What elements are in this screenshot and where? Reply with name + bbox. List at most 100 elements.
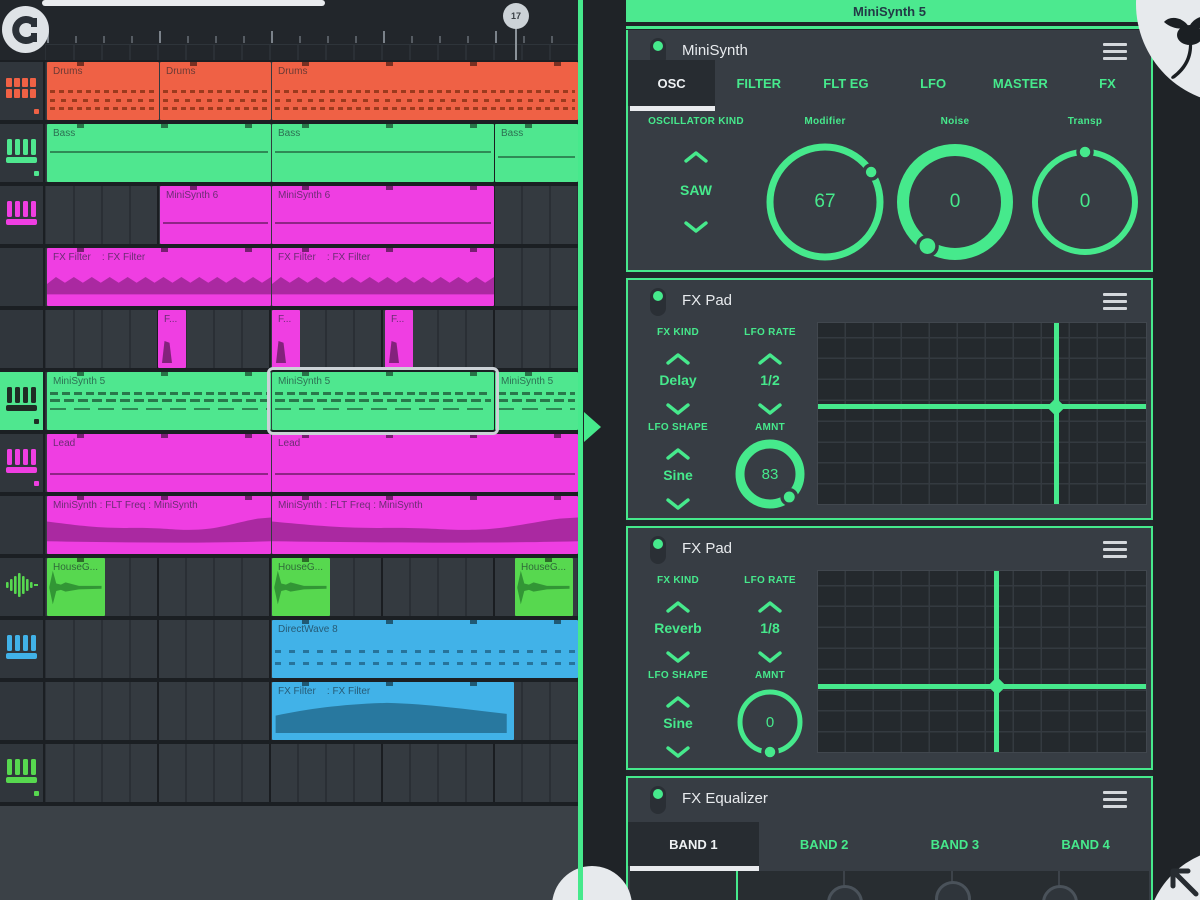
track-header-drums[interactable] [0, 62, 43, 120]
clip-minisynth-5[interactable]: MiniSynth 5 [495, 372, 578, 430]
chevron-down-icon[interactable] [683, 216, 709, 234]
track-lane-7[interactable]: LeadLead [45, 434, 578, 492]
back-to-playlist-button[interactable] [1146, 848, 1200, 900]
track-lane-12[interactable] [45, 744, 578, 802]
track-lane-1[interactable]: DrumsDrumsDrums [45, 62, 578, 120]
transp-knob[interactable]: 0 [1021, 138, 1149, 266]
power-led[interactable] [650, 786, 666, 814]
chevron-down-icon[interactable] [757, 398, 783, 416]
channel-title-bar[interactable]: MiniSynth 5 [626, 0, 1153, 22]
xy-pad[interactable] [817, 570, 1147, 753]
track-lane-4[interactable]: FX Filter : FX Filter FX Filter : FX Fil… [45, 248, 578, 306]
xy-pad-handle[interactable] [988, 677, 1006, 695]
track-header-houseg[interactable] [0, 558, 43, 616]
clip-fx-filter-fx-filter[interactable]: FX Filter : FX Filter [272, 248, 494, 306]
chevron-down-icon[interactable] [665, 646, 691, 664]
clip-minisynth-flt-freq-minisynth[interactable]: MiniSynth : FLT Freq : MiniSynth [47, 496, 271, 554]
clip-bass[interactable]: Bass [495, 124, 578, 182]
chevron-up-icon[interactable] [665, 447, 691, 465]
lfo-rate-value[interactable]: 1/8 [760, 620, 779, 636]
chevron-up-icon[interactable] [757, 352, 783, 370]
fx-kind-value[interactable]: Delay [659, 372, 696, 388]
lfo-shape-value[interactable]: Sine [663, 715, 693, 731]
oscillator-kind-value[interactable]: SAW [680, 182, 712, 198]
panel-expand-arrow[interactable] [584, 412, 601, 442]
amnt-knob[interactable]: 83 [726, 430, 814, 518]
chevron-up-icon[interactable] [665, 695, 691, 713]
xy-pad[interactable] [817, 322, 1147, 505]
tab-band-3[interactable]: BAND 3 [890, 822, 1021, 866]
track-header-lead[interactable] [0, 434, 43, 492]
menu-icon[interactable] [1103, 293, 1127, 311]
track-mute-dot[interactable] [34, 481, 39, 486]
track-mute-dot[interactable] [34, 419, 39, 424]
track-lane-9[interactable]: HouseG... HouseG... HouseG... [45, 558, 578, 616]
clip-lead[interactable]: Lead [47, 434, 271, 492]
horizontal-scrollbar[interactable] [42, 0, 325, 6]
tab-filter[interactable]: FILTER [715, 60, 802, 106]
eq-mini-knob[interactable] [1042, 885, 1078, 900]
power-led[interactable] [650, 536, 666, 564]
chevron-up-icon[interactable] [757, 600, 783, 618]
clip-minisynth-6[interactable]: MiniSynth 6 [272, 186, 494, 244]
clip-bass[interactable]: Bass [47, 124, 271, 182]
clip-fx-filter-fx-filter[interactable]: FX Filter : FX Filter [272, 682, 514, 740]
track-mute-dot[interactable] [34, 791, 39, 796]
track-lane-3[interactable]: MiniSynth 6MiniSynth 6 [45, 186, 578, 244]
track-mute-dot[interactable] [34, 109, 39, 114]
clip-f-[interactable]: F... [385, 310, 413, 368]
clip-minisynth-5[interactable]: MiniSynth 5 [272, 372, 494, 430]
clip-f-[interactable]: F... [272, 310, 300, 368]
tab-band-4[interactable]: BAND 4 [1020, 822, 1151, 866]
fx-kind-value[interactable]: Reverb [654, 620, 701, 636]
menu-icon[interactable] [1103, 43, 1127, 61]
lfo-shape-value[interactable]: Sine [663, 467, 693, 483]
clip-fx-filter-fx-filter[interactable]: FX Filter : FX Filter [47, 248, 271, 306]
track-header-f[interactable] [0, 310, 43, 368]
clip-minisynth-6[interactable]: MiniSynth 6 [160, 186, 271, 244]
noise-knob[interactable]: 0 [889, 136, 1021, 268]
clip-houseg-[interactable]: HouseG... [515, 558, 573, 616]
clip-drums[interactable]: Drums [47, 62, 159, 120]
track-header-keys[interactable] [0, 744, 43, 802]
xy-pad-handle[interactable] [1047, 398, 1065, 416]
playhead-handle[interactable]: 17 [503, 3, 529, 29]
chevron-up-icon[interactable] [665, 600, 691, 618]
track-header-minisynth-5[interactable] [0, 372, 43, 430]
track-header-fx-filter-2[interactable] [0, 682, 43, 740]
clip-bass[interactable]: Bass [272, 124, 494, 182]
track-lane-8[interactable]: MiniSynth : FLT Freq : MiniSynth MiniSyn… [45, 496, 578, 554]
track-header-minisynth-flt-freq[interactable] [0, 496, 43, 554]
track-lane-2[interactable]: BassBassBass [45, 124, 578, 182]
menu-icon[interactable] [1103, 541, 1127, 559]
tab-master[interactable]: MASTER [977, 60, 1064, 106]
chevron-down-icon[interactable] [665, 398, 691, 416]
clip-drums[interactable]: Drums [160, 62, 271, 120]
track-header-fx-filter[interactable] [0, 248, 43, 306]
track-mute-dot[interactable] [34, 171, 39, 176]
eq-mini-knob[interactable] [827, 885, 863, 900]
chevron-down-icon[interactable] [665, 493, 691, 511]
chevron-up-icon[interactable] [665, 352, 691, 370]
chevron-down-icon[interactable] [665, 741, 691, 759]
clip-f-[interactable]: F... [158, 310, 186, 368]
clip-lead[interactable]: Lead [272, 434, 578, 492]
clip-drums[interactable]: Drums [272, 62, 578, 120]
chevron-down-icon[interactable] [757, 646, 783, 664]
clip-houseg-[interactable]: HouseG... [272, 558, 330, 616]
tab-lfo[interactable]: LFO [890, 60, 977, 106]
snap-button[interactable] [2, 6, 49, 53]
track-lane-11[interactable]: FX Filter : FX Filter [45, 682, 578, 740]
clip-minisynth-flt-freq-minisynth[interactable]: MiniSynth : FLT Freq : MiniSynth [272, 496, 578, 554]
timeline-ruler[interactable]: 17 [0, 0, 578, 60]
clip-houseg-[interactable]: HouseG... [47, 558, 105, 616]
modifier-knob[interactable]: 67 [756, 133, 894, 271]
tab-osc[interactable]: OSC [628, 60, 715, 106]
equalizer-graph[interactable] [630, 871, 1149, 900]
eq-mini-knob[interactable] [935, 881, 971, 900]
track-header-directwave-8[interactable] [0, 620, 43, 678]
clip-minisynth-5[interactable]: MiniSynth 5 [47, 372, 271, 430]
tab-flt-eg[interactable]: FLT EG [802, 60, 889, 106]
track-header-bass[interactable] [0, 124, 43, 182]
track-lane-5[interactable]: F... F... F... [45, 310, 578, 368]
